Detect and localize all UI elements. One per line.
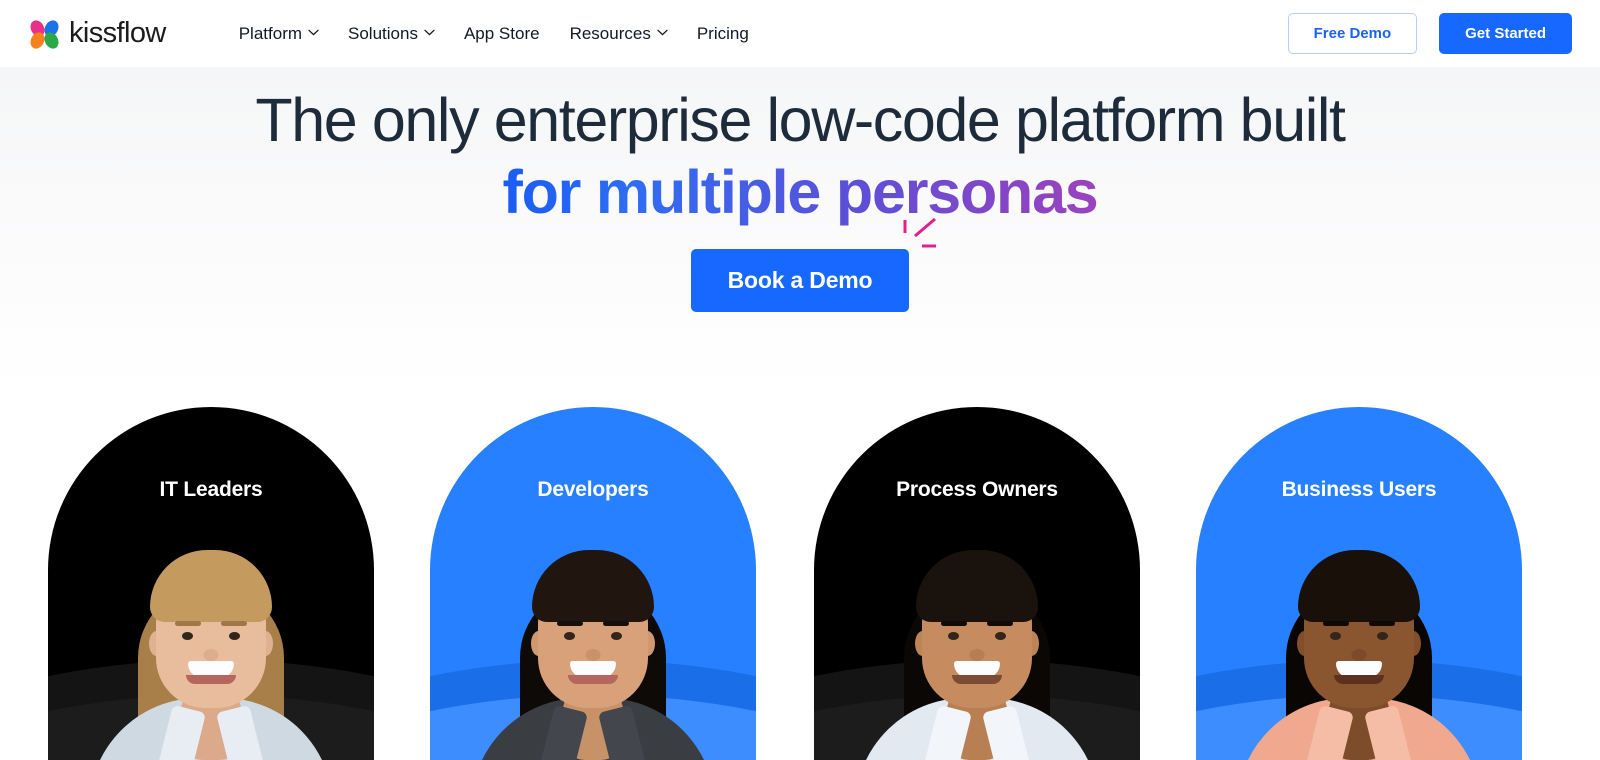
nav-item-resources[interactable]: Resources (569, 23, 668, 44)
site-header: kissflow Platform Solutions App Store Re… (0, 0, 1600, 67)
hero-headline-line2: for multiple personas (502, 158, 1098, 227)
hero-section: The only enterprise low-code platform bu… (0, 67, 1600, 387)
hero-headline-line1: The only enterprise low-code platform bu… (255, 86, 1346, 154)
persona-label-it-leaders: IT Leaders (159, 478, 263, 501)
get-started-button[interactable]: Get Started (1439, 13, 1572, 54)
persona-label-developers: Developers (537, 478, 649, 501)
nav-label-pricing: Pricing (696, 23, 749, 43)
header-cta-group: Free Demo Get Started (1287, 13, 1572, 54)
persona-card-business-users[interactable]: Business Users (1196, 407, 1522, 760)
kissflow-butterfly-logo-icon (27, 17, 62, 51)
nav-label-resources: Resources (569, 23, 651, 43)
persona-portrait-business-users (1196, 407, 1522, 760)
nav-label-app-store: App Store (463, 23, 540, 43)
nav-label-platform: Platform (238, 23, 303, 43)
persona-card-it-leaders[interactable]: IT Leaders (48, 407, 374, 760)
persona-portrait-it-leaders (48, 407, 374, 760)
nav-item-pricing[interactable]: Pricing (697, 24, 749, 44)
persona-card-process-owners[interactable]: Process Owners (814, 407, 1140, 760)
hero-cta-wrapper: Book a Demo (690, 217, 937, 312)
kissflow-logo[interactable]: kissflow (27, 17, 166, 51)
persona-portrait-developers (430, 407, 756, 760)
persona-card-developers[interactable]: Developers (430, 407, 756, 760)
logo-wordmark: kissflow (69, 17, 166, 49)
persona-card-row: IT Leaders Developers Process Owners Bus… (0, 407, 1600, 760)
nav-label-solutions: Solutions (348, 23, 418, 43)
nav-item-solutions[interactable]: Solutions (348, 23, 435, 44)
persona-label-process-owners: Process Owners (896, 478, 1058, 501)
sparkle-lines-icon (898, 216, 944, 254)
persona-portrait-process-owners (814, 407, 1140, 760)
nav-item-app-store[interactable]: App Store (464, 24, 540, 44)
nav-item-platform[interactable]: Platform (238, 23, 319, 44)
chevron-down-icon (308, 29, 319, 39)
book-a-demo-button[interactable]: Book a Demo (690, 248, 910, 312)
persona-label-business-users: Business Users (1281, 478, 1437, 501)
main-navigation: Platform Solutions App Store Resources P… (239, 24, 749, 44)
free-demo-button[interactable]: Free Demo (1287, 13, 1418, 54)
chevron-down-icon (657, 29, 668, 39)
chevron-down-icon (424, 29, 435, 39)
